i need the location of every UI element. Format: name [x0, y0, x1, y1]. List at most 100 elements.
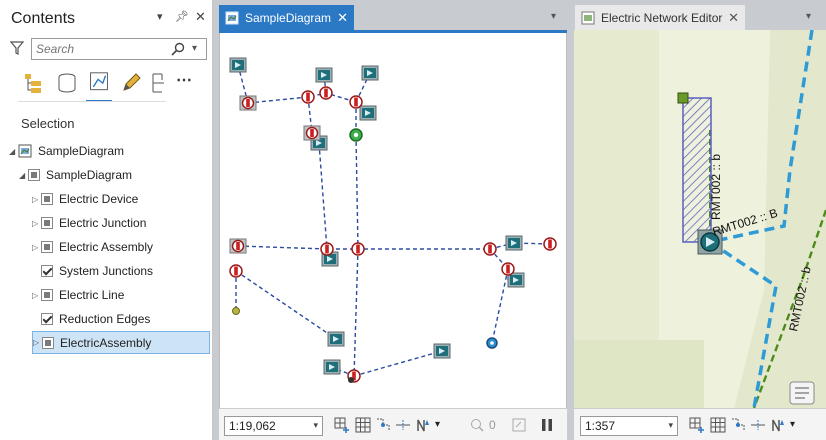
search-dropdown-icon[interactable]: ▾ — [192, 43, 197, 54]
list-by-snapping-icon[interactable] — [148, 70, 174, 96]
expand-triangle-icon[interactable]: ◢ — [9, 147, 18, 156]
search-icon[interactable] — [170, 41, 186, 57]
expand-triangle-icon[interactable]: ◢ — [19, 171, 28, 180]
pin-icon[interactable]: 📌︎ — [175, 10, 189, 23]
visibility-checkbox[interactable] — [41, 217, 53, 229]
device-glyphs — [229, 57, 525, 375]
tab-label: Electric Network Editor — [601, 10, 723, 25]
tree-item-system-junctions[interactable]: System Junctions — [32, 261, 153, 281]
collapsed-triangle-icon[interactable]: ▷ — [32, 243, 41, 252]
scale-dropdown-icon[interactable]: ▾ — [668, 420, 673, 431]
scale-value: 1:19,062 — [229, 419, 276, 433]
grid-icon[interactable] — [710, 417, 726, 433]
add-grid-icon[interactable] — [334, 417, 350, 433]
tab-label: SampleDiagram — [245, 10, 332, 25]
visibility-checkbox[interactable] — [41, 313, 53, 325]
tree-item-diagram-map[interactable]: ◢ SampleDiagram — [9, 141, 124, 161]
scale-value: 1:357 — [585, 419, 616, 433]
selected-count: 0 — [489, 418, 496, 432]
refresh-icon[interactable] — [511, 417, 527, 433]
collapsed-triangle-icon[interactable]: ▷ — [32, 291, 41, 300]
map-view[interactable]: RMT002 :: b RMT002 :: B RMT002 :: b — [574, 30, 826, 408]
north-dropdown-icon[interactable]: ▾ — [435, 419, 440, 430]
list-by-drawing-order-icon[interactable] — [22, 70, 48, 96]
junction-glyphs — [229, 86, 557, 383]
contents-pane: Contents ▾ 📌︎ ✕ ▾ — [0, 0, 213, 440]
tree-item-electricassembly-selected[interactable]: ▷ ElectricAssembly — [32, 331, 210, 354]
list-by-editing-icon[interactable] — [118, 70, 144, 96]
collapsed-triangle-icon[interactable]: ▷ — [32, 195, 41, 204]
north-arrow-icon[interactable] — [770, 417, 786, 433]
scale-selector[interactable]: 1:19,062 ▾ — [224, 416, 323, 436]
tree-item-electric-assembly[interactable]: ▷ Electric Assembly — [32, 237, 153, 257]
tree-item-label: Electric Device — [59, 192, 139, 206]
tree-item-reduction-edges[interactable]: Reduction Edges — [32, 309, 150, 329]
search-input[interactable] — [36, 41, 166, 57]
add-grid-icon[interactable] — [689, 417, 705, 433]
zoom-selected-icon[interactable] — [469, 417, 485, 433]
visibility-checkbox[interactable] — [42, 336, 54, 349]
visibility-checkbox[interactable] — [41, 193, 53, 205]
tree-item-electric-line[interactable]: ▷ Electric Line — [32, 285, 124, 305]
tree-item-label: System Junctions — [59, 264, 154, 278]
close-tab-icon[interactable]: ✕ — [728, 10, 739, 26]
grid-icon[interactable] — [355, 417, 371, 433]
collapsed-triangle-icon[interactable]: ▷ — [32, 219, 41, 228]
attribute-table-icon[interactable] — [789, 381, 815, 405]
north-arrow-icon[interactable] — [415, 417, 431, 433]
tree-item-label: Electric Line — [59, 288, 125, 302]
dynamic-constraints-icon[interactable] — [750, 417, 766, 433]
tree-item-electric-device[interactable]: ▷ Electric Device — [32, 189, 138, 209]
collapsed-triangle-icon[interactable]: ▷ — [33, 338, 42, 347]
map-icon — [581, 11, 595, 24]
tree-item-label: SampleDiagram — [46, 168, 133, 182]
system-junctions — [232, 128, 498, 383]
dynamic-constraints-icon[interactable] — [395, 417, 411, 433]
pause-drawing-icon[interactable] — [539, 417, 555, 433]
network-diagram[interactable] — [220, 33, 568, 408]
visibility-checkbox[interactable] — [28, 169, 40, 181]
scale-selector[interactable]: 1:357 ▾ — [580, 416, 678, 436]
selected-assembly-polygon[interactable] — [682, 97, 712, 243]
tab-list-chevron-icon[interactable]: ▾ — [806, 11, 811, 22]
diagram-edges — [235, 64, 551, 377]
diagram-status-bar: 1:19,062 ▾ ▾ 0 — [219, 408, 567, 440]
snapping-icon[interactable] — [730, 417, 746, 433]
tree-item-label: SampleDiagram — [38, 144, 125, 158]
filter-icon[interactable] — [10, 41, 24, 55]
visibility-checkbox[interactable] — [41, 265, 53, 277]
scale-dropdown-icon[interactable]: ▾ — [313, 420, 318, 431]
assembly-corner-node[interactable] — [677, 92, 689, 104]
map-canvas[interactable]: RMT002 :: b RMT002 :: B RMT002 :: b — [574, 30, 826, 408]
options-chevron-icon[interactable]: ▾ — [157, 10, 163, 23]
visibility-checkbox[interactable] — [41, 289, 53, 301]
north-dropdown-icon[interactable]: ▾ — [790, 419, 795, 430]
list-by-source-icon[interactable] — [54, 70, 80, 96]
visibility-checkbox[interactable] — [41, 241, 53, 253]
contents-title: Contents — [11, 10, 76, 27]
toolbar-divider — [18, 101, 166, 102]
close-icon[interactable]: ✕ — [195, 9, 206, 25]
diagram-map-icon — [225, 11, 239, 24]
map-icon — [18, 144, 32, 158]
tree-item-sample-diagram-layer[interactable]: ◢ SampleDiagram — [19, 165, 132, 185]
tab-electric-network-editor[interactable]: Electric Network Editor ✕ — [575, 5, 745, 30]
map-status-bar: 1:357 ▾ ▾ — [574, 408, 826, 440]
search-box[interactable]: ▾ — [31, 38, 207, 60]
more-options-icon[interactable]: ⋯ — [176, 70, 202, 96]
tree-item-label: Reduction Edges — [59, 312, 151, 326]
list-by-selection-icon[interactable] — [86, 70, 112, 102]
tree-item-label: ElectricAssembly — [60, 335, 152, 350]
tab-list-chevron-icon[interactable]: ▾ — [551, 11, 556, 22]
map-label: RMT002 :: b — [709, 154, 723, 220]
tree-item-label: Electric Junction — [59, 216, 147, 230]
basemap-parcel — [574, 340, 704, 408]
tree-item-electric-junction[interactable]: ▷ Electric Junction — [32, 213, 146, 233]
diagram-canvas[interactable] — [219, 33, 567, 408]
tree-item-label: Electric Assembly — [59, 240, 154, 254]
contents-toolbar: ⋯ — [18, 68, 198, 102]
section-label: Selection — [21, 116, 75, 131]
tab-sample-diagram[interactable]: SampleDiagram ✕ — [219, 5, 354, 30]
snapping-icon[interactable] — [375, 417, 391, 433]
close-tab-icon[interactable]: ✕ — [337, 10, 348, 26]
